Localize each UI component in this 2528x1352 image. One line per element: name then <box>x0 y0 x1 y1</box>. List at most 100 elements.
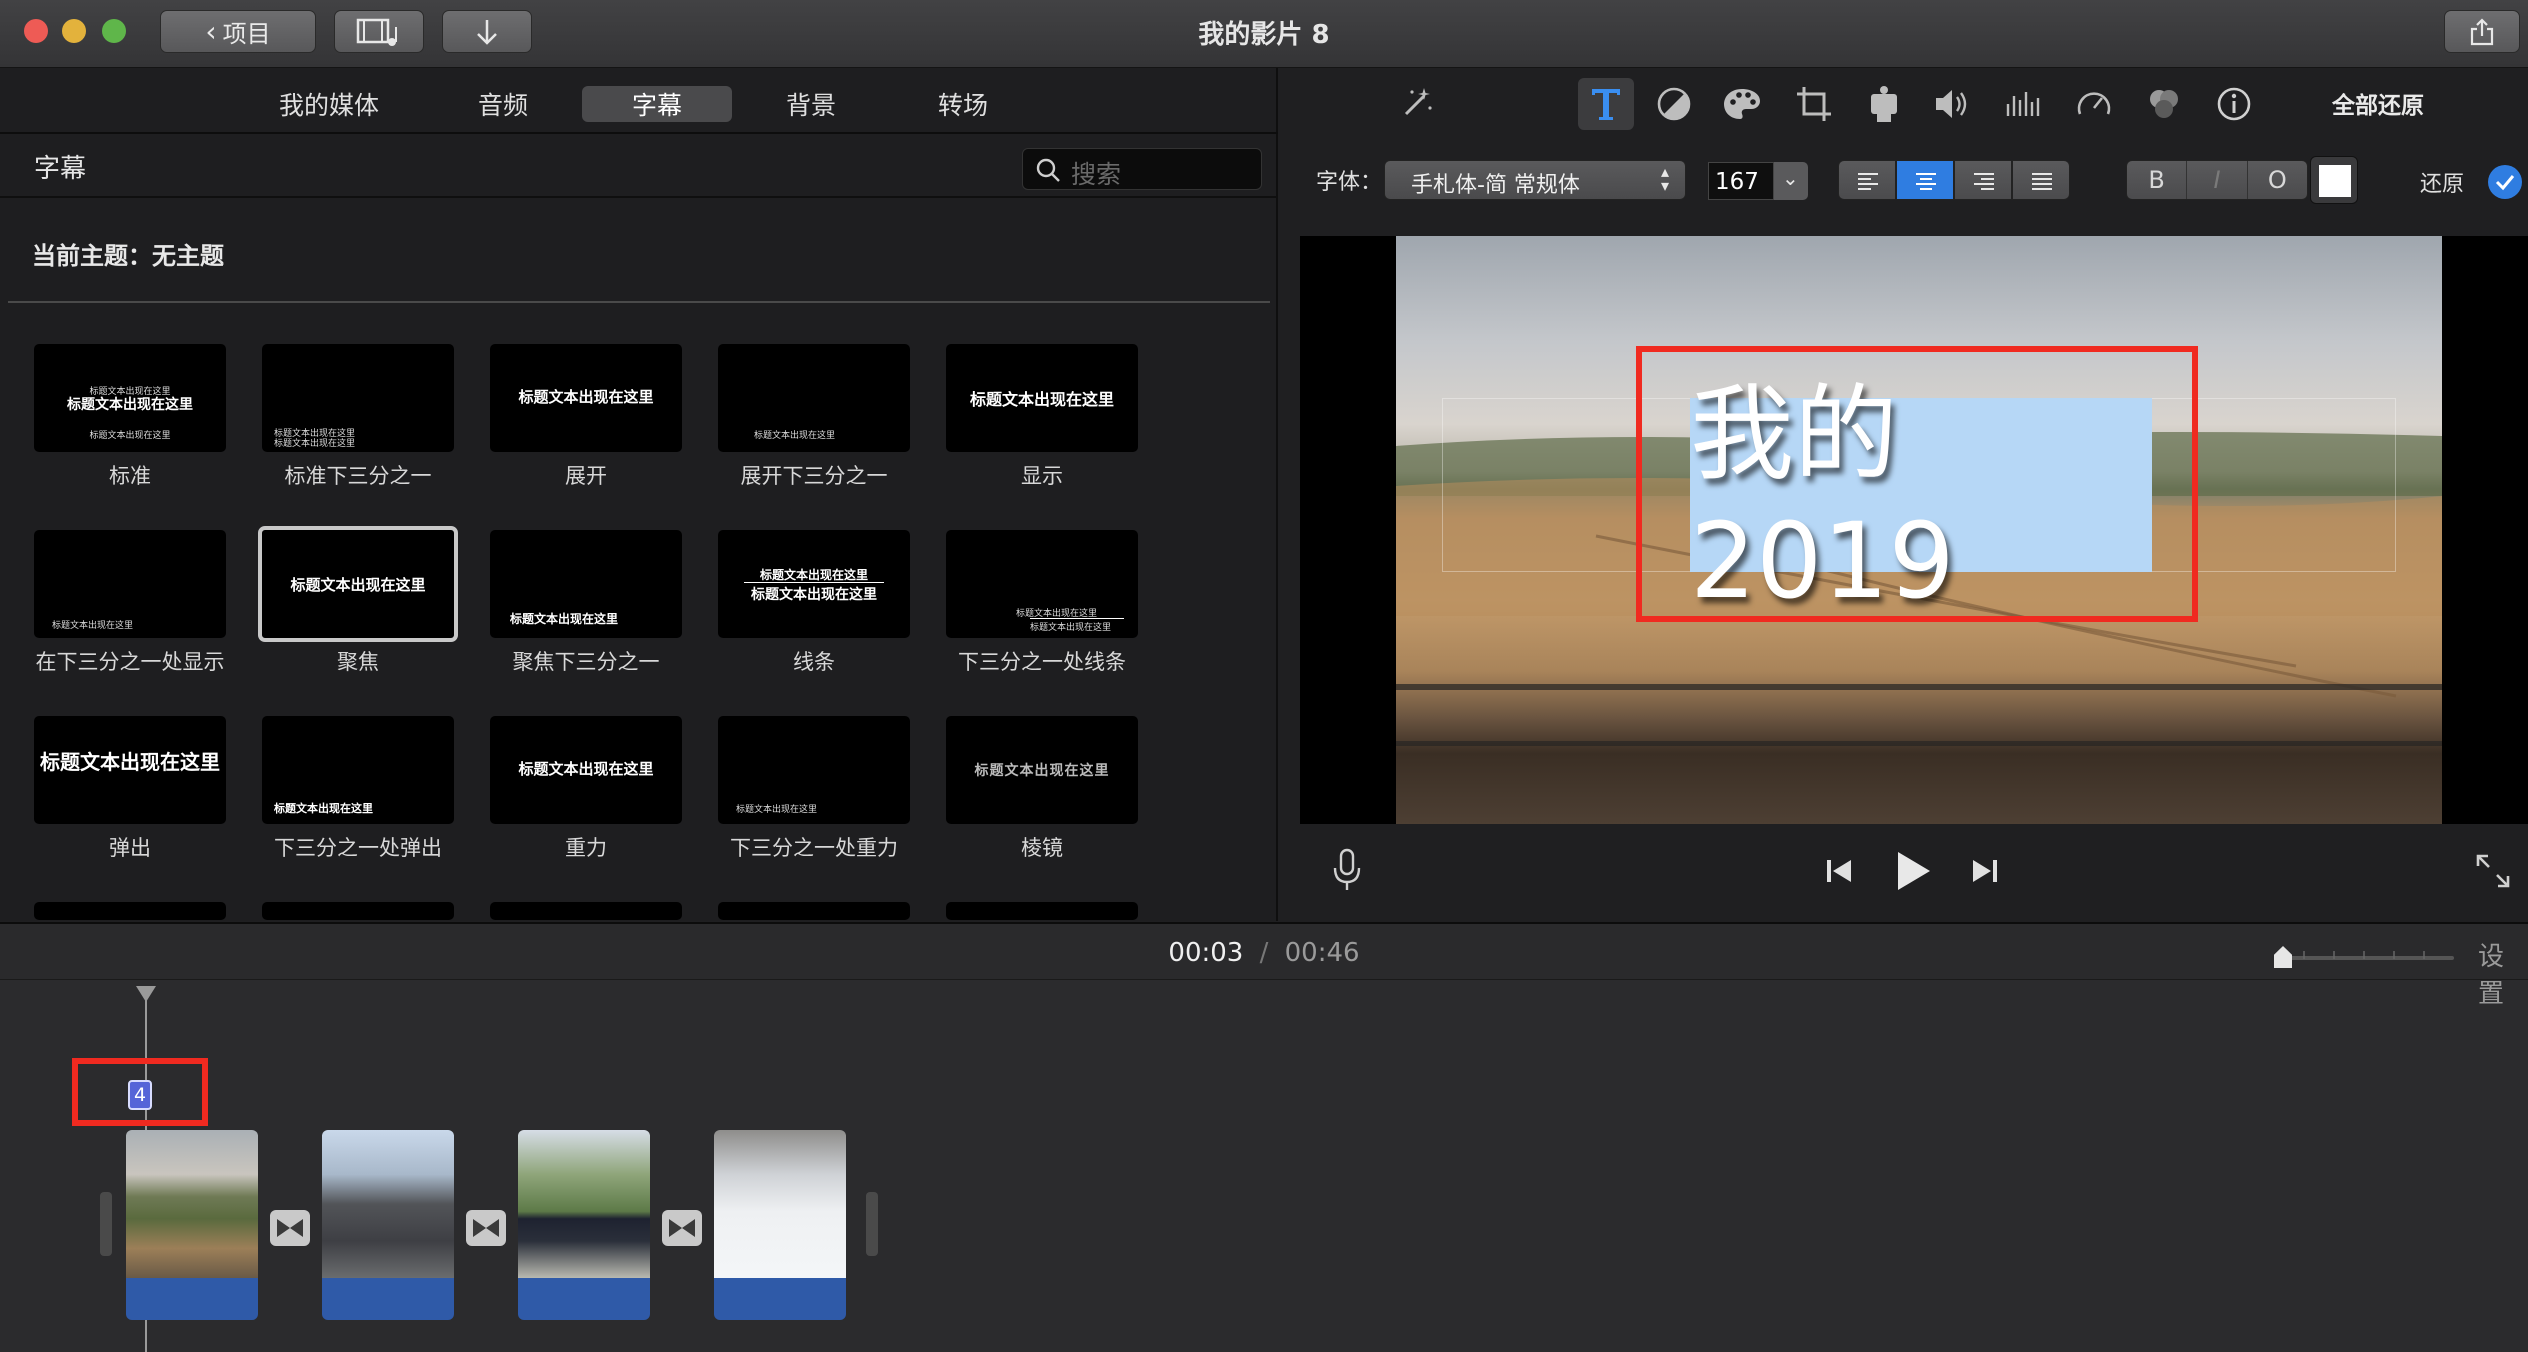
title-tile-standard-lower-third[interactable]: 标题文本出现在这里 标题文本出现在这里 <box>262 344 454 452</box>
play-icon[interactable] <box>1892 848 1934 894</box>
align-right-icon <box>1974 173 1994 190</box>
transition-icon <box>277 1219 303 1237</box>
font-name: 手札体-简 常规体 <box>1411 173 1580 198</box>
timeline-start-handle[interactable] <box>100 1192 112 1256</box>
zoom-slider-ticks <box>2274 946 2454 959</box>
title-label: 下三分之一处重力 <box>730 836 898 860</box>
title-bar: ‹ 项目 我的影片 8 <box>0 0 2528 68</box>
bold-button[interactable]: B <box>2127 161 2188 199</box>
justify-button[interactable] <box>2012 160 2070 200</box>
color-correction-button[interactable] <box>1714 78 1770 130</box>
clip-audio-waveform <box>126 1278 258 1320</box>
transition-icon <box>473 1219 499 1237</box>
tile-preview-text: 标题文本出现在这里 <box>274 439 356 449</box>
title-label: 线条 <box>793 650 835 674</box>
title-tool-button[interactable] <box>1578 78 1634 130</box>
color-balance-button[interactable] <box>1646 78 1702 130</box>
title-tile-partial[interactable] <box>946 902 1138 920</box>
tile-preview-text: 标题文本出现在这里 <box>52 621 134 631</box>
align-center-icon <box>1916 173 1936 190</box>
search-input[interactable]: 搜索 <box>1022 148 1262 190</box>
clip-filter-button[interactable] <box>2136 78 2192 130</box>
info-button[interactable] <box>2206 78 2262 130</box>
search-placeholder: 搜索 <box>1071 160 1122 189</box>
title-label: 标准下三分之一 <box>284 464 432 488</box>
tab-titles[interactable]: 字幕 <box>582 86 732 122</box>
title-tile-focus-lower-third[interactable]: 标题文本出现在这里 <box>490 530 682 638</box>
tab-my-media[interactable]: 我的媒体 <box>266 86 392 122</box>
skip-forward-icon[interactable] <box>1970 856 2000 886</box>
tile-preview-text: 标题文本出现在这里 <box>754 431 836 441</box>
video-clip[interactable] <box>714 1130 846 1320</box>
align-center-button[interactable] <box>1896 160 1954 200</box>
tab-transitions[interactable]: 转场 <box>918 86 1008 122</box>
video-clip[interactable] <box>126 1130 258 1320</box>
speed-button[interactable] <box>2066 78 2122 130</box>
timeline: 00:03 / 00:46 设置 4 <box>0 922 2528 1352</box>
justify-icon <box>2032 173 2052 190</box>
title-tile-standard[interactable]: 标题文本出现在这里 标题文本出现在这里 标题文本出现在这里 <box>34 344 226 452</box>
video-clip[interactable] <box>518 1130 650 1320</box>
title-tile-pop-up-lower-third[interactable]: 标题文本出现在这里 <box>262 716 454 824</box>
transition-button[interactable] <box>270 1210 310 1246</box>
font-select[interactable]: 手札体-简 常规体 ▴ ▾ <box>1384 160 1686 200</box>
transition-button[interactable] <box>466 1210 506 1246</box>
volume-button[interactable] <box>1924 78 1980 130</box>
clip-audio-waveform <box>518 1278 650 1320</box>
current-theme-label: 当前主题：无主题 <box>32 242 224 270</box>
text-style-group: B I O <box>2126 160 2308 200</box>
divider <box>8 301 1270 303</box>
section-bar: 字幕 搜索 <box>0 134 1278 198</box>
title-tile-prism[interactable]: 标题文本出现在这里 <box>946 716 1138 824</box>
tile-preview-text: 标题文本出现在这里 <box>290 576 426 594</box>
microphone-icon[interactable] <box>1332 848 1362 892</box>
title-tile-reveal-lower-third[interactable]: 标题文本出现在这里 <box>34 530 226 638</box>
title-tile-partial[interactable] <box>34 902 226 920</box>
skip-back-icon[interactable] <box>1824 856 1854 886</box>
title-tile-partial[interactable] <box>718 902 910 920</box>
title-tile-pop-up[interactable]: 标题文本出现在这里 <box>34 716 226 824</box>
title-tile-line[interactable]: 标题文本出现在这里 标题文本出现在这里 <box>718 530 910 638</box>
title-tile-expand[interactable]: 标题文本出现在这里 <box>490 344 682 452</box>
tab-audio[interactable]: 音频 <box>458 86 548 122</box>
title-tile-gravity-lower-third[interactable]: 标题文本出现在这里 <box>718 716 910 824</box>
title-label: 展开下三分之一 <box>740 464 888 488</box>
font-size-dropdown[interactable]: ⌄ <box>1774 162 1808 200</box>
title-tile-reveal[interactable]: 标题文本出现在这里 <box>946 344 1138 452</box>
tile-line <box>1030 618 1124 619</box>
crop-button[interactable] <box>1786 78 1842 130</box>
video-clip[interactable] <box>322 1130 454 1320</box>
revert-button[interactable] <box>2488 165 2522 199</box>
color-balance-icon <box>1657 87 1691 121</box>
checkmark-icon <box>2495 175 2515 191</box>
tile-preview-text: 标题文本出现在这里 <box>89 431 171 441</box>
tab-backgrounds[interactable]: 背景 <box>766 86 856 122</box>
title-tile-partial[interactable] <box>262 902 454 920</box>
info-icon <box>2217 87 2251 121</box>
timeline-settings-button[interactable]: 设置 <box>2478 936 2528 1010</box>
noise-reduction-button[interactable] <box>1996 78 2052 130</box>
title-clip-marker[interactable]: 4 <box>128 1080 152 1110</box>
share-button[interactable] <box>2444 10 2520 53</box>
font-size-field[interactable]: 167 <box>1708 162 1774 200</box>
clip-audio-waveform <box>714 1278 846 1320</box>
timeline-end-handle[interactable] <box>866 1192 878 1256</box>
title-tile-partial[interactable] <box>490 902 682 920</box>
align-right-button[interactable] <box>1954 160 2012 200</box>
title-tile-line-lower-third[interactable]: 标题文本出现在这里 标题文本出现在这里 <box>946 530 1138 638</box>
fullscreen-icon[interactable] <box>2474 852 2512 890</box>
title-tile-gravity[interactable]: 标题文本出现在这里 <box>490 716 682 824</box>
tile-preview-text: 标题文本出现在这里 <box>1030 623 1112 633</box>
stabilization-button[interactable] <box>1856 78 1912 130</box>
title-label: 在下三分之一处显示 <box>35 650 225 674</box>
enhance-button[interactable] <box>1388 78 1444 130</box>
timecode: 00:03 / 00:46 <box>0 938 2528 968</box>
title-tile-focus[interactable]: 标题文本出现在这里 <box>258 526 458 642</box>
title-tile-expand-lower-third[interactable]: 标题文本出现在这里 <box>718 344 910 452</box>
outline-button[interactable]: O <box>2248 161 2307 199</box>
align-left-button[interactable] <box>1838 160 1896 200</box>
transition-button[interactable] <box>662 1210 702 1246</box>
reset-all-button[interactable]: 全部还原 <box>2332 86 2424 120</box>
italic-button[interactable]: I <box>2187 161 2248 199</box>
text-color-well[interactable] <box>2310 156 2358 204</box>
